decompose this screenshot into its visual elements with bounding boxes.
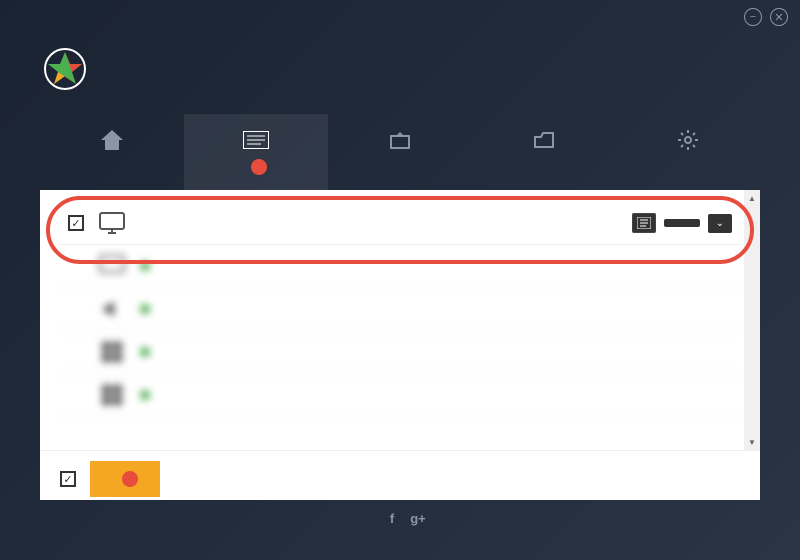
select-all-checkbox[interactable] bbox=[60, 471, 76, 487]
content-panel: ⌄ bbox=[40, 190, 760, 500]
driver-info-button[interactable] bbox=[632, 213, 656, 233]
update-button[interactable] bbox=[664, 219, 700, 227]
driver-info bbox=[140, 259, 732, 274]
status-dot-icon bbox=[140, 390, 150, 400]
driver-name bbox=[140, 388, 718, 403]
settings-icon bbox=[674, 129, 702, 151]
app-logo-icon bbox=[40, 44, 90, 94]
footer: f g+ bbox=[0, 500, 800, 536]
windows-icon bbox=[98, 384, 126, 406]
driver-info bbox=[140, 345, 718, 360]
update-dropdown[interactable]: ⌄ bbox=[708, 214, 732, 233]
updates-icon bbox=[242, 129, 270, 151]
updates-badge bbox=[251, 159, 267, 175]
audio-icon bbox=[98, 298, 126, 320]
driver-item[interactable] bbox=[60, 374, 740, 417]
driver-name bbox=[140, 302, 732, 317]
driver-checkbox[interactable] bbox=[68, 215, 84, 231]
driver-name bbox=[140, 345, 718, 360]
nav-restore[interactable] bbox=[472, 114, 616, 190]
nav-backup[interactable] bbox=[328, 114, 472, 190]
driver-item[interactable] bbox=[60, 288, 740, 331]
driver-info bbox=[140, 302, 732, 317]
minimize-button[interactable]: − bbox=[744, 8, 762, 26]
monitor-icon bbox=[98, 255, 126, 277]
download-install-button[interactable] bbox=[90, 461, 160, 497]
driver-info bbox=[140, 388, 718, 403]
scroll-down-icon[interactable]: ▼ bbox=[744, 434, 760, 450]
backup-icon bbox=[386, 129, 414, 151]
status-dot-icon bbox=[140, 304, 150, 314]
bottom-bar bbox=[40, 450, 760, 500]
download-badge bbox=[122, 471, 138, 487]
driver-item-main[interactable]: ⌄ bbox=[60, 202, 740, 245]
status-dot-icon bbox=[140, 261, 150, 271]
nav-bar bbox=[0, 114, 800, 190]
facebook-icon[interactable]: f bbox=[384, 510, 400, 526]
scroll-up-icon[interactable]: ▲ bbox=[744, 190, 760, 206]
nav-label bbox=[245, 159, 267, 175]
googleplus-icon[interactable]: g+ bbox=[410, 510, 426, 526]
restore-icon bbox=[530, 129, 558, 151]
scrollbar[interactable]: ▲ ▼ bbox=[744, 190, 760, 450]
titlebar: − ✕ bbox=[0, 0, 800, 34]
windows-icon bbox=[98, 341, 126, 363]
driver-item[interactable] bbox=[60, 245, 740, 288]
monitor-icon bbox=[98, 212, 126, 234]
nav-home[interactable] bbox=[40, 114, 184, 190]
status-dot-icon bbox=[140, 347, 150, 357]
nav-settings[interactable] bbox=[616, 114, 760, 190]
header bbox=[0, 34, 800, 114]
close-button[interactable]: ✕ bbox=[770, 8, 788, 26]
home-icon bbox=[98, 129, 126, 151]
driver-item[interactable] bbox=[60, 331, 740, 374]
driver-list: ⌄ bbox=[40, 190, 760, 450]
nav-driver-updates[interactable] bbox=[184, 114, 328, 190]
driver-actions: ⌄ bbox=[632, 213, 732, 233]
driver-name bbox=[140, 259, 732, 274]
